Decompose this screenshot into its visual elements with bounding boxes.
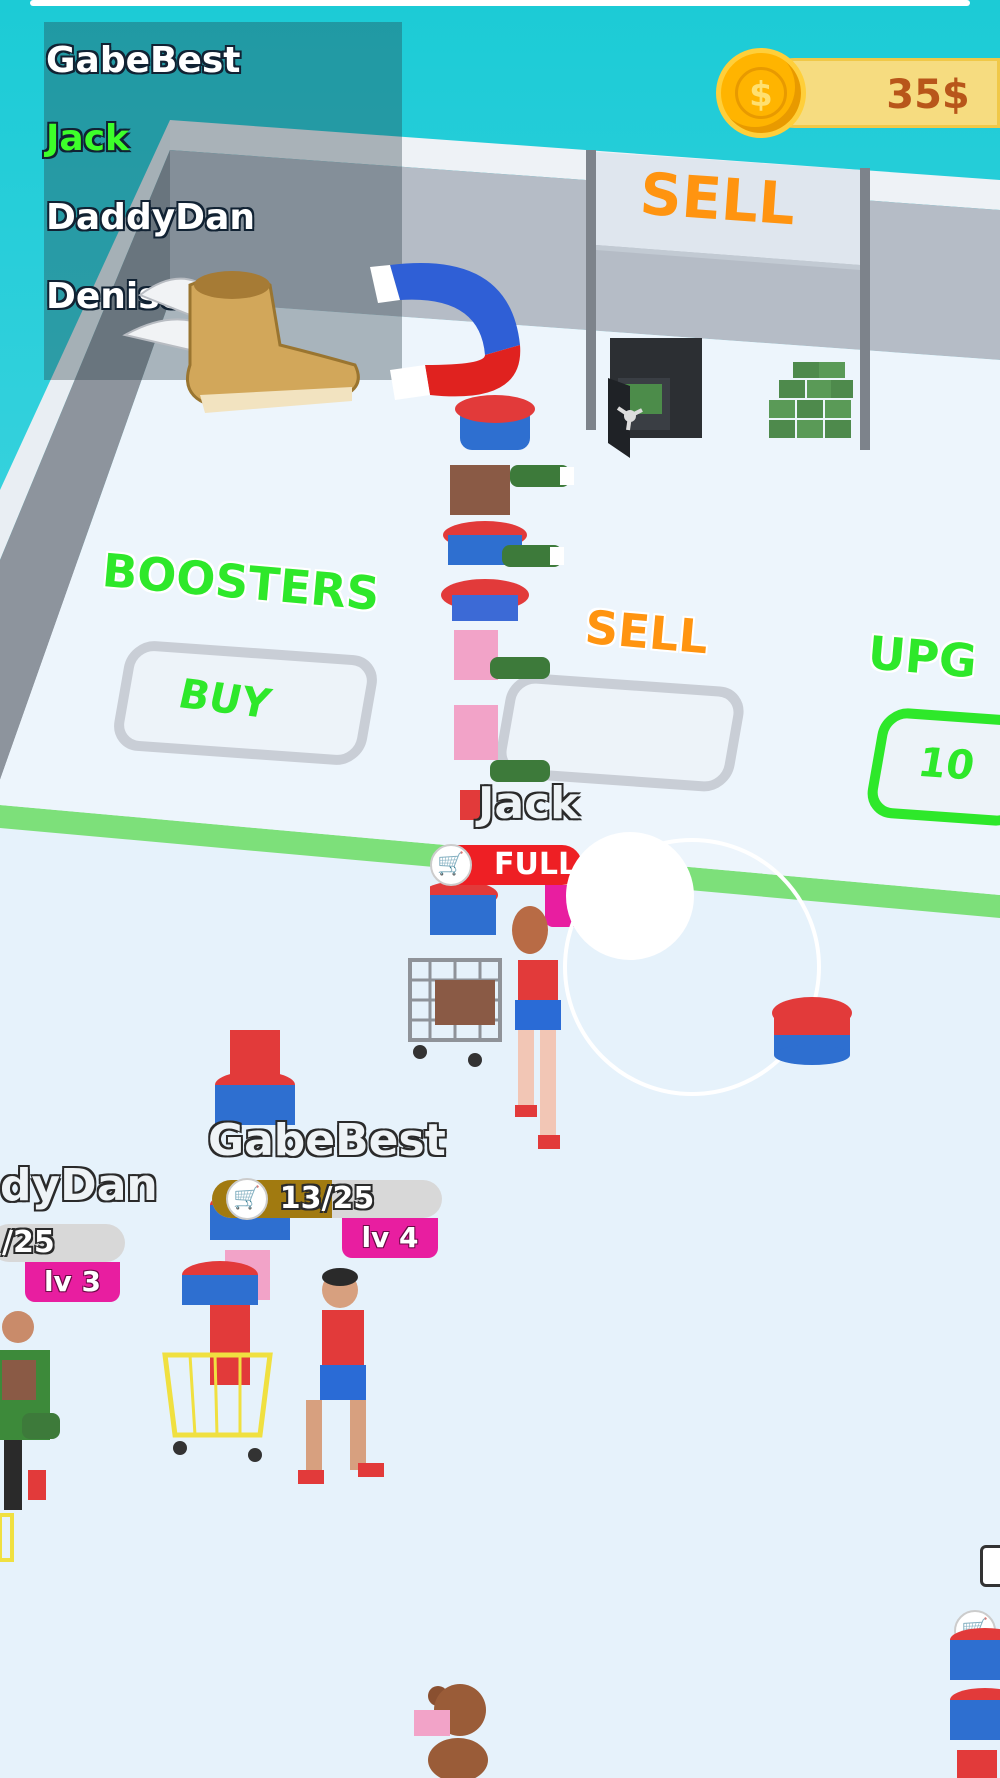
sell-zone-title: SELL: [582, 599, 711, 665]
buy-pad-label: BUY: [174, 671, 275, 728]
daddydan-capacity-bar: /25: [0, 1224, 125, 1262]
safe-icon: [608, 338, 702, 458]
game-scene: GabeBest Jack DaddyDan Denise 35$ $ SELL: [0, 0, 1000, 1778]
cart-icon: 🛒: [226, 1178, 268, 1220]
sell-sign-label: SELL: [637, 159, 798, 239]
gabebest-character: [162, 1261, 384, 1484]
boosters-buy-pad[interactable]: BUY: [109, 639, 382, 767]
leaderboard-entry-3: DaddyDan: [46, 197, 255, 238]
cash-stack-icon: [769, 362, 853, 438]
offscreen-player-tag: [980, 1545, 1000, 1587]
jack-name-tag: Jack: [478, 778, 580, 829]
upgrade-pad-label: 10: [914, 739, 978, 790]
daddydan-capacity-text: /25: [2, 1225, 55, 1260]
offscreen-player-stack: [950, 1628, 1000, 1778]
upgrade-zone-title: UPG: [865, 625, 979, 689]
daddydan-name-tag: dyDan: [0, 1160, 158, 1211]
gabebest-name-tag: GabeBest: [208, 1115, 446, 1166]
cart-icon: 🛒: [430, 844, 472, 886]
jack-status-text: FULL: [494, 847, 578, 882]
currency-value: 35$: [886, 72, 970, 118]
daddydan-level-badge: lv 3: [25, 1262, 120, 1302]
joystick-knob[interactable]: [566, 832, 694, 960]
upgrade-pad[interactable]: 10: [863, 706, 1000, 828]
teddy-bear-item[interactable]: [410, 1680, 490, 1778]
leaderboard-entry-1: GabeBest: [46, 40, 241, 81]
winged-shoe-icon: [122, 271, 360, 413]
gabebest-level-badge: lv 4: [342, 1218, 438, 1258]
daddydan-character: [0, 1311, 60, 1562]
dollar-coin-icon: $: [716, 48, 806, 138]
floor-item-stool[interactable]: [770, 995, 854, 1067]
leaderboard-entry-2: Jack: [46, 118, 129, 159]
